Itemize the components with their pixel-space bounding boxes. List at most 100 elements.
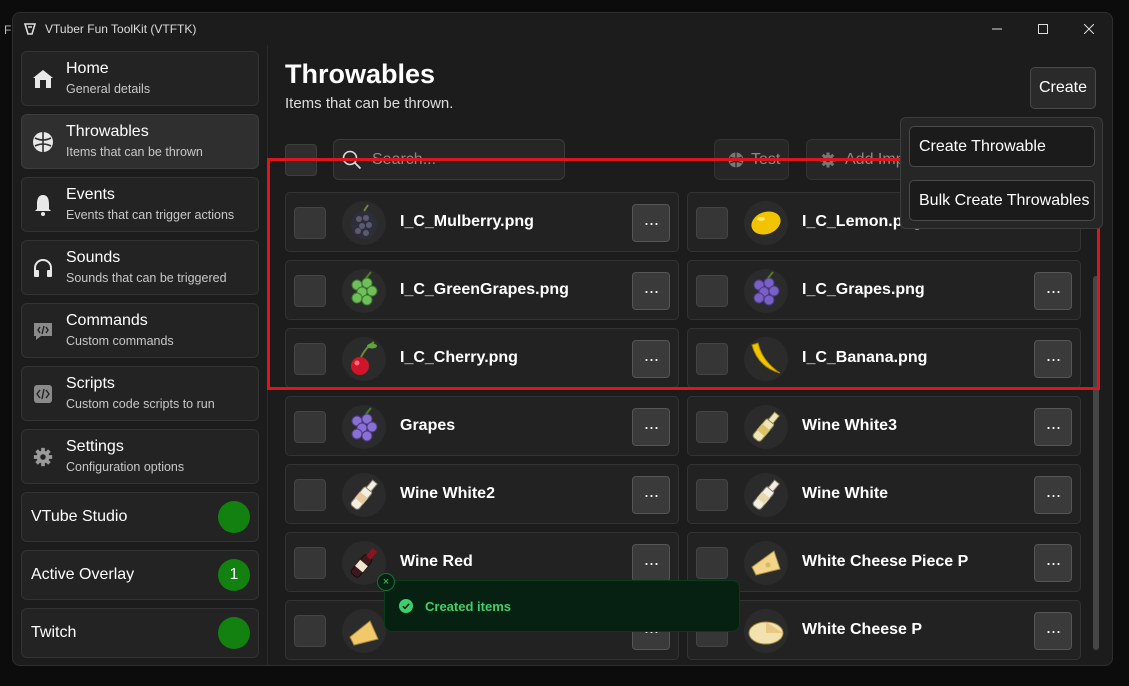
sidebar-item-scripts[interactable]: Scripts Custom code scripts to run bbox=[21, 366, 259, 421]
item-checkbox[interactable] bbox=[294, 275, 326, 307]
item-checkbox[interactable] bbox=[696, 547, 728, 579]
throwable-card[interactable]: Wine White2 ··· bbox=[285, 464, 679, 524]
select-all-checkbox[interactable] bbox=[285, 144, 317, 176]
sidebar-item-sounds[interactable]: Sounds Sounds that can be triggered bbox=[21, 240, 259, 295]
item-menu-button[interactable]: ··· bbox=[632, 544, 670, 582]
item-checkbox[interactable] bbox=[696, 207, 728, 239]
item-menu-button[interactable]: ··· bbox=[632, 340, 670, 378]
item-menu-button[interactable]: ··· bbox=[632, 408, 670, 446]
throwable-card[interactable]: I_C_Cherry.png ··· bbox=[285, 328, 679, 388]
item-name: I_C_Grapes.png bbox=[802, 281, 925, 298]
throwable-card[interactable]: I_C_Banana.png ··· bbox=[687, 328, 1081, 388]
item-menu-button[interactable]: ··· bbox=[1034, 408, 1072, 446]
nav-subtitle: General details bbox=[66, 82, 151, 96]
list-scrollbar[interactable] bbox=[1093, 276, 1099, 650]
sidebar-item-settings[interactable]: Settings Configuration options bbox=[21, 429, 259, 484]
nav-title: Sounds bbox=[66, 249, 121, 266]
app-window: VTuber Fun ToolKit (VTFTK) Home General d… bbox=[12, 12, 1113, 666]
toast-message: Created items bbox=[425, 598, 511, 614]
throwable-card[interactable]: I_C_Grapes.png ··· bbox=[687, 260, 1081, 320]
add-impact-label: Add Imp bbox=[845, 150, 905, 168]
sidebar: Home General details Throwables Items that… bbox=[13, 45, 268, 665]
throwable-card[interactable]: White Cheese Piece P ··· bbox=[687, 532, 1081, 592]
success-toast: × Created items bbox=[377, 573, 740, 632]
sidebar-item-home[interactable]: Home General details bbox=[21, 51, 259, 106]
throwable-card[interactable]: I_C_GreenGrapes.png ··· bbox=[285, 260, 679, 320]
maximize-button[interactable] bbox=[1020, 13, 1066, 45]
toast-close-button[interactable]: × bbox=[377, 573, 395, 591]
item-checkbox[interactable] bbox=[294, 547, 326, 579]
throwable-card[interactable]: I_C_Mulberry.png ··· bbox=[285, 192, 679, 252]
throwable-card[interactable]: Grapes ··· bbox=[285, 396, 679, 456]
cheese-icon bbox=[342, 609, 386, 653]
item-name: I_C_Banana.png bbox=[802, 349, 928, 366]
nav-subtitle: Configuration options bbox=[66, 460, 185, 474]
nav-subtitle: Events that can trigger actions bbox=[66, 208, 235, 222]
item-name: Wine White2 bbox=[400, 485, 495, 502]
search-box[interactable] bbox=[333, 139, 565, 180]
item-name: Grapes bbox=[400, 417, 456, 434]
nav-title: Events bbox=[66, 186, 115, 203]
item-checkbox[interactable] bbox=[696, 343, 728, 375]
sidebar-item-commands[interactable]: Commands Custom commands bbox=[21, 303, 259, 358]
create-dropdown-menu: Create Throwable Bulk Create Throwables bbox=[900, 117, 1103, 229]
item-menu-button[interactable]: ··· bbox=[632, 204, 670, 242]
item-checkbox[interactable] bbox=[696, 275, 728, 307]
item-checkbox[interactable] bbox=[294, 615, 326, 647]
nav-subtitle: Items that can be thrown bbox=[66, 145, 203, 159]
gear-icon bbox=[820, 152, 836, 167]
bulk-create-throwables-menu-item[interactable]: Bulk Create Throwables bbox=[909, 180, 1095, 221]
minimize-icon bbox=[992, 28, 1002, 30]
ball-icon bbox=[728, 152, 744, 167]
create-button[interactable]: Create bbox=[1030, 67, 1096, 109]
sidebar-item-throwables[interactable]: Throwables Items that can be thrown bbox=[21, 114, 259, 169]
test-label: Test bbox=[751, 150, 781, 168]
ball-icon bbox=[30, 129, 56, 155]
status-vtube-studio[interactable]: VTube Studio bbox=[21, 492, 259, 542]
status-indicator: 1 bbox=[218, 559, 250, 591]
throwable-card[interactable]: Wine White3 ··· bbox=[687, 396, 1081, 456]
cheese-icon bbox=[744, 541, 788, 585]
item-name: White Cheese P bbox=[802, 621, 923, 638]
close-button[interactable] bbox=[1066, 13, 1112, 45]
item-checkbox[interactable] bbox=[294, 343, 326, 375]
item-checkbox[interactable] bbox=[294, 479, 326, 511]
item-checkbox[interactable] bbox=[696, 479, 728, 511]
item-checkbox[interactable] bbox=[696, 411, 728, 443]
page-subtitle: Items that can be thrown. bbox=[285, 95, 454, 112]
item-name: Wine White bbox=[802, 485, 889, 502]
maximize-icon bbox=[1038, 24, 1048, 34]
search-input[interactable] bbox=[372, 150, 552, 169]
item-menu-button[interactable]: ··· bbox=[1034, 544, 1072, 582]
headphones-icon bbox=[30, 255, 56, 281]
minimize-button[interactable] bbox=[974, 13, 1020, 45]
nav-title: Home bbox=[66, 60, 109, 77]
nav-title: Settings bbox=[66, 438, 124, 455]
item-name: Wine White3 bbox=[802, 417, 897, 434]
create-throwable-menu-item[interactable]: Create Throwable bbox=[909, 126, 1095, 167]
item-checkbox[interactable] bbox=[294, 207, 326, 239]
item-name: I_C_Cherry.png bbox=[400, 349, 518, 366]
throwable-card[interactable]: White Cheese P ··· bbox=[687, 600, 1081, 660]
mulberry-icon bbox=[342, 201, 386, 245]
item-checkbox[interactable] bbox=[294, 411, 326, 443]
item-menu-button[interactable]: ··· bbox=[1034, 340, 1072, 378]
cherry-icon bbox=[342, 337, 386, 381]
test-button[interactable]: Test bbox=[714, 139, 789, 180]
status-twitch[interactable]: Twitch bbox=[21, 608, 259, 658]
sidebar-item-events[interactable]: Events Events that can trigger actions bbox=[21, 177, 259, 232]
item-name: I_C_GreenGrapes.png bbox=[400, 281, 569, 298]
item-name: I_C_Mulberry.png bbox=[400, 213, 534, 230]
item-menu-button[interactable]: ··· bbox=[1034, 272, 1072, 310]
status-active-overlay[interactable]: Active Overlay 1 bbox=[21, 550, 259, 600]
item-menu-button[interactable]: ··· bbox=[1034, 612, 1072, 650]
item-menu-button[interactable]: ··· bbox=[632, 476, 670, 514]
wine-white-icon bbox=[342, 473, 386, 517]
throwable-card[interactable]: Wine White ··· bbox=[687, 464, 1081, 524]
window-title: VTuber Fun ToolKit (VTFTK) bbox=[45, 22, 197, 36]
code-bubble-icon bbox=[30, 318, 56, 344]
home-icon bbox=[30, 66, 56, 92]
item-menu-button[interactable]: ··· bbox=[632, 272, 670, 310]
item-menu-button[interactable]: ··· bbox=[1034, 476, 1072, 514]
nav-title: Throwables bbox=[66, 123, 149, 140]
